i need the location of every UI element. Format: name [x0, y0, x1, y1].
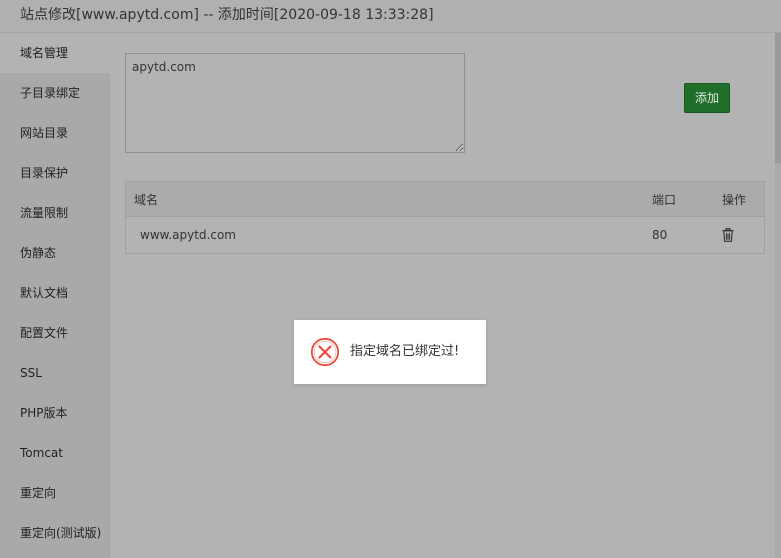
- sidebar-item-redirect[interactable]: 重定向: [0, 473, 110, 513]
- sidebar-item-rewrite[interactable]: 伪静态: [0, 233, 110, 273]
- window-titlebar: 站点修改[www.apytd.com] -- 添加时间[2020-09-18 1…: [0, 0, 781, 33]
- sidebar-item-site-directory[interactable]: 网站目录: [0, 113, 110, 153]
- row-port: 80: [652, 228, 668, 242]
- sidebar-item-tomcat[interactable]: Tomcat: [0, 433, 110, 473]
- table-header: 域名 端口 操作: [126, 182, 764, 217]
- row-domain: www.apytd.com: [140, 228, 236, 242]
- error-message: 指定域名已绑定过!: [350, 344, 460, 359]
- sidebar-item-domain-management[interactable]: 域名管理: [0, 33, 110, 73]
- domain-input[interactable]: apytd.com: [125, 53, 465, 153]
- sidebar-item-subdirectory-binding[interactable]: 子目录绑定: [0, 73, 110, 113]
- header-action: 操作: [722, 192, 747, 207]
- domain-table: 域名 端口 操作 www.apytd.com 80: [125, 181, 765, 254]
- add-domain-button[interactable]: 添加: [684, 83, 730, 113]
- window-title: 站点修改[www.apytd.com] -- 添加时间[2020-09-18 1…: [20, 7, 434, 23]
- main-content: apytd.com 添加 域名 端口 操作 www.apytd.com 80: [110, 33, 775, 558]
- sidebar-item-redirect-beta[interactable]: 重定向(测试版): [0, 513, 110, 553]
- sidebar-item-config-file[interactable]: 配置文件: [0, 313, 110, 353]
- scrollbar[interactable]: [775, 33, 781, 558]
- error-circle-icon: [310, 337, 340, 367]
- scrollbar-thumb[interactable]: [775, 33, 781, 163]
- sidebar-item-directory-protection[interactable]: 目录保护: [0, 153, 110, 193]
- trash-icon[interactable]: [722, 217, 734, 253]
- sidebar-item-ssl[interactable]: SSL: [0, 353, 110, 393]
- sidebar-item-default-document[interactable]: 默认文档: [0, 273, 110, 313]
- error-message-dialog: 指定域名已绑定过!: [294, 320, 486, 384]
- header-domain: 域名: [134, 192, 159, 207]
- sidebar-item-traffic-limit[interactable]: 流量限制: [0, 193, 110, 233]
- sidebar-item-php-version[interactable]: PHP版本: [0, 393, 110, 433]
- header-port: 端口: [652, 192, 677, 207]
- table-row: www.apytd.com 80: [126, 217, 764, 253]
- sidebar: 域名管理 子目录绑定 网站目录 目录保护 流量限制 伪静态 默认文档 配置文件 …: [0, 33, 110, 558]
